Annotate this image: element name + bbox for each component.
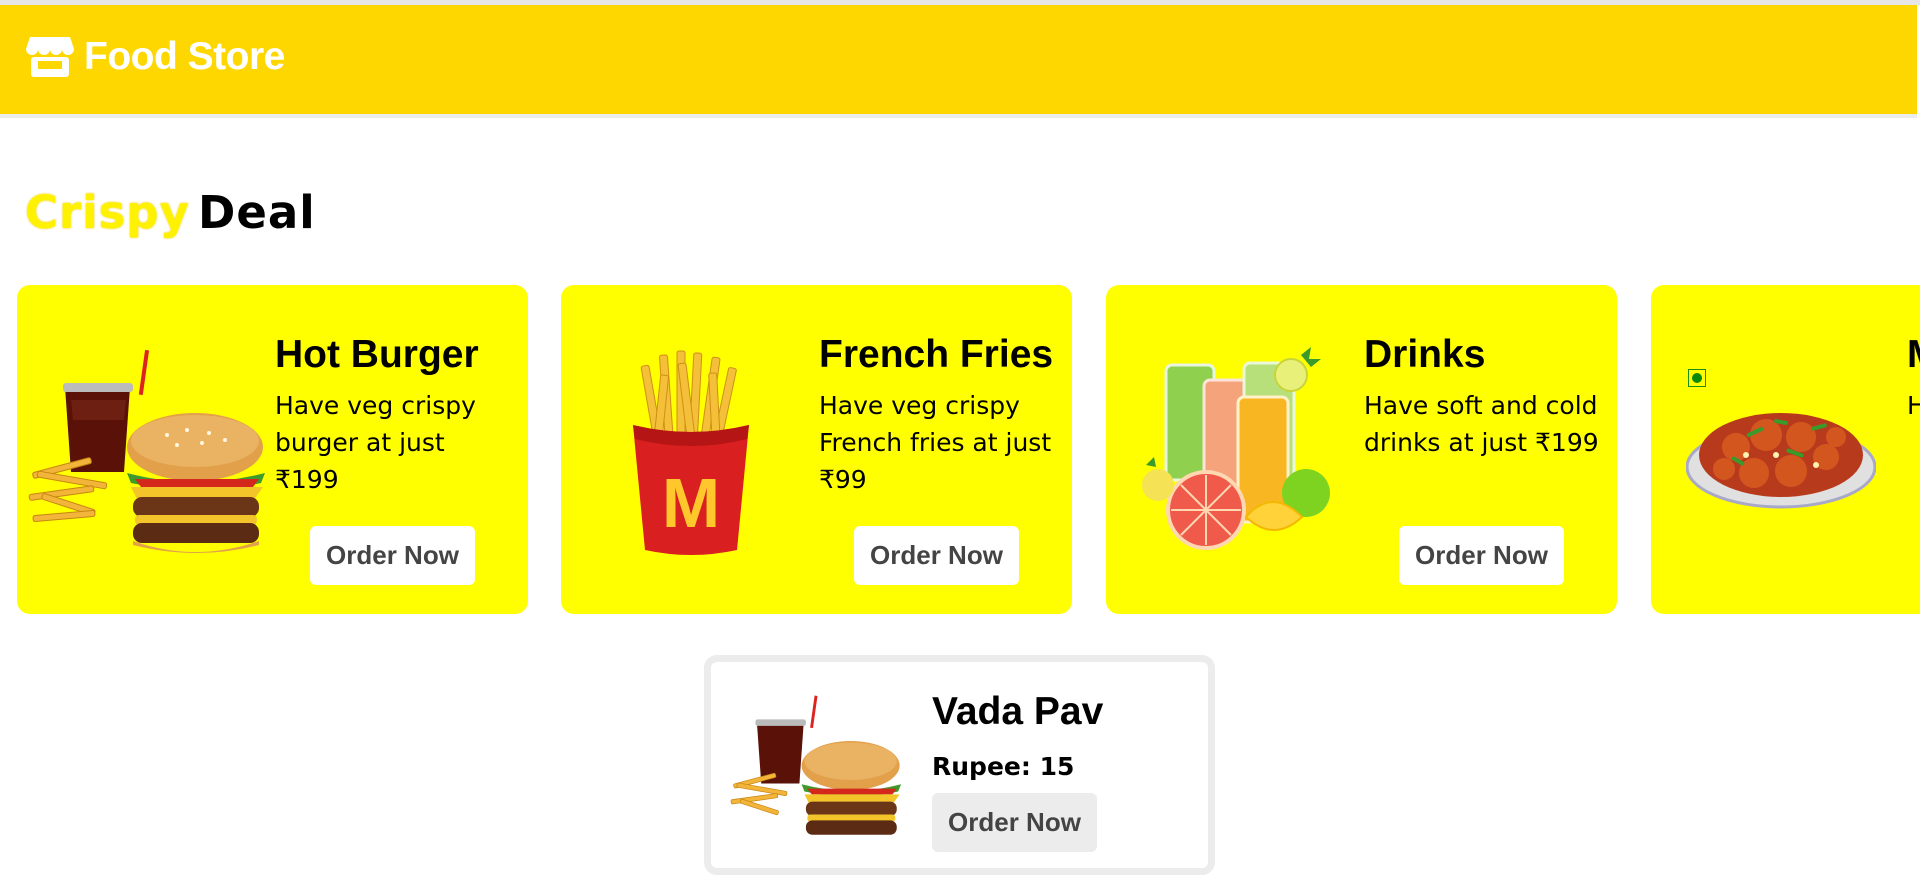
- deal-card-partial: M H n ₹: [1651, 285, 1920, 614]
- featured-card-vada-pav: Vada Pav Rupee: 15 Order Now: [704, 655, 1215, 875]
- card-title: Hot Burger: [275, 333, 479, 376]
- price-label: Rupee:: [932, 752, 1031, 781]
- featured-title: Vada Pav: [932, 690, 1104, 733]
- deal-card-hot-burger: Hot Burger Have veg crispy burger at jus…: [17, 285, 528, 614]
- deal-card-drinks: Drinks Have soft and cold drinks at just…: [1106, 285, 1617, 614]
- card-description: Have soft and cold drinks at just ₹199: [1364, 391, 1599, 457]
- brand-label: Food Store: [84, 35, 285, 78]
- juice-drinks-image: [1142, 347, 1330, 550]
- svg-text:M: M: [662, 464, 720, 542]
- order-now-button[interactable]: Order Now: [310, 526, 475, 585]
- french-fries-image: M: [633, 350, 749, 555]
- section-title-part1: Crispy: [25, 186, 190, 239]
- section-title-part2: Deal: [197, 186, 316, 239]
- card-title: Drinks: [1364, 333, 1486, 376]
- card-description: Have veg crispy French fries at just ₹99: [819, 391, 1052, 494]
- card-description: H n ₹: [1907, 391, 1920, 420]
- card-title: French Fries: [819, 333, 1054, 376]
- store-icon: [26, 37, 74, 77]
- burger-combo-image: [730, 695, 902, 835]
- section-title: Crispy Deal: [25, 186, 316, 239]
- order-now-button[interactable]: Order Now: [932, 793, 1097, 852]
- navbar: Food Store: [0, 5, 1917, 118]
- order-now-button[interactable]: Order Now: [854, 526, 1019, 585]
- brand-link[interactable]: Food Store: [26, 35, 285, 79]
- featured-price: Rupee: 15: [932, 752, 1074, 781]
- burger-combo-image: [28, 349, 265, 553]
- order-now-button[interactable]: Order Now: [1399, 526, 1564, 585]
- deal-card-french-fries: M French Fries Have veg crispy French fr…: [561, 285, 1072, 614]
- chilli-chicken-image: [1686, 413, 1876, 509]
- card-title: M: [1907, 333, 1920, 377]
- price-value: 15: [1039, 752, 1075, 781]
- card-description: Have veg crispy burger at just ₹199: [275, 391, 476, 494]
